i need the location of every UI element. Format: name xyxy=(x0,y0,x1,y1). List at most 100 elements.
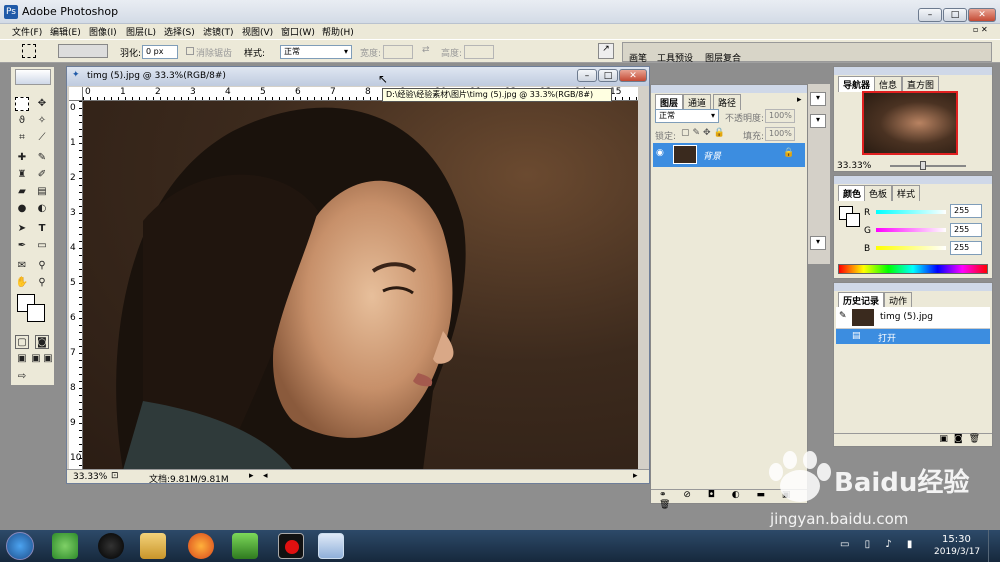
eyedropper-icon[interactable]: ⚲ xyxy=(35,259,49,273)
status-nav-icon[interactable]: ⊡ xyxy=(111,471,119,481)
b-input[interactable]: 255 xyxy=(950,241,982,255)
eraser-icon[interactable]: ▰ xyxy=(15,185,29,199)
rect-marquee-icon[interactable] xyxy=(15,97,29,111)
visibility-eye-icon[interactable]: ◉ xyxy=(656,148,664,158)
quickmask-mode-icon[interactable]: ◙ xyxy=(35,335,49,349)
tab-histogram[interactable]: 直方图 xyxy=(902,76,940,92)
standard-mode-icon[interactable]: ▢ xyxy=(15,335,29,349)
maximize-button[interactable]: □ xyxy=(943,8,967,22)
doc-minimize-button[interactable]: – xyxy=(577,69,597,82)
doc-maximize-button[interactable]: □ xyxy=(598,69,618,82)
r-slider[interactable] xyxy=(876,210,946,214)
jump-to-imageready-icon[interactable]: ⇨ xyxy=(15,370,29,384)
tray-icons[interactable]: ▭ ▯ ♪ ▮ xyxy=(840,539,918,550)
clock-time[interactable]: 15:30 xyxy=(942,534,971,545)
tab-layers[interactable]: 图层 xyxy=(655,94,684,110)
tab-styles[interactable]: 样式 xyxy=(892,185,921,201)
color-bg-swatch[interactable] xyxy=(846,213,860,227)
palette-tab-presets[interactable]: 工具预设 xyxy=(657,51,693,64)
blend-mode-select[interactable]: 正常 ▾ xyxy=(655,109,719,123)
status-arrow-icon[interactable]: ▸ xyxy=(249,471,254,481)
screen-recorder-icon[interactable] xyxy=(278,533,304,559)
menu-window[interactable]: 窗口(W) xyxy=(281,25,315,38)
menu-layer[interactable]: 图层(L) xyxy=(126,25,156,38)
style-select[interactable]: 正常 ▾ xyxy=(280,45,352,59)
side-dropdown-2[interactable]: ▾ xyxy=(810,114,826,128)
image-canvas[interactable] xyxy=(83,101,638,470)
history-brush-icon[interactable]: ✐ xyxy=(35,168,49,182)
menu-filter[interactable]: 滤镜(T) xyxy=(203,25,234,38)
crop-icon[interactable]: ⌗ xyxy=(15,131,29,145)
clock-date[interactable]: 2019/3/17 xyxy=(934,547,980,557)
tab-paths[interactable]: 路径 xyxy=(713,94,742,110)
navigator-slider-handle[interactable] xyxy=(920,161,926,170)
doc-close-button[interactable]: ✕ xyxy=(619,69,647,82)
close-button[interactable]: ✕ xyxy=(968,8,996,22)
zoom-icon[interactable]: ⚲ xyxy=(35,276,49,290)
palette-tab-comps[interactable]: 图层复合 xyxy=(705,51,741,64)
file-explorer-icon[interactable] xyxy=(140,533,166,559)
antialias-checkbox[interactable] xyxy=(186,47,194,55)
history-brush-source-icon[interactable]: ✎ xyxy=(839,311,847,321)
gradient-icon[interactable]: ▤ xyxy=(35,185,49,199)
scroll-right-icon[interactable]: ▸ xyxy=(633,471,638,481)
dodge-icon[interactable]: ◐ xyxy=(35,202,49,216)
menu-file[interactable]: 文件(F) xyxy=(12,25,42,38)
file-browser-icon[interactable]: ↗ xyxy=(598,43,614,59)
360-browser-icon[interactable] xyxy=(52,533,78,559)
zoom-readout[interactable]: 33.33% xyxy=(73,472,107,482)
path-select-icon[interactable]: ➤ xyxy=(15,222,29,236)
tab-swatches[interactable]: 色板 xyxy=(864,185,893,201)
notes-icon[interactable]: ✉ xyxy=(15,259,29,273)
stamp-icon[interactable]: ♜ xyxy=(15,168,29,182)
hand-icon[interactable]: ✋ xyxy=(15,276,29,290)
start-button[interactable] xyxy=(6,532,34,560)
fill-input[interactable]: 100% xyxy=(765,127,795,141)
selection-mode-icons[interactable] xyxy=(58,44,108,58)
background-color-swatch[interactable] xyxy=(27,304,45,322)
screen-mode-3-icon[interactable]: ▣ xyxy=(41,352,55,366)
qq-icon[interactable] xyxy=(98,533,124,559)
tab-info[interactable]: 信息 xyxy=(874,76,903,92)
b-slider[interactable] xyxy=(876,246,946,250)
shape-icon[interactable]: ▭ xyxy=(35,239,49,253)
color-spectrum-ramp[interactable] xyxy=(838,264,988,274)
ruler-origin[interactable] xyxy=(69,87,83,101)
side-dropdown-3[interactable]: ▾ xyxy=(810,236,826,250)
lock-icons[interactable]: ▢✎✥🔒 xyxy=(681,128,728,138)
g-input[interactable]: 255 xyxy=(950,223,982,237)
menu-edit[interactable]: 编辑(E) xyxy=(50,25,81,38)
tab-color[interactable]: 颜色 xyxy=(838,185,867,201)
scroll-left-icon[interactable]: ◂ xyxy=(263,471,268,481)
layer-row-background[interactable]: ◉ 背景 🔒 xyxy=(653,143,805,167)
slice-icon[interactable]: ⟋ xyxy=(35,131,49,145)
tab-navigator[interactable]: 导航器 xyxy=(838,76,876,92)
show-desktop-button[interactable] xyxy=(988,530,1000,562)
history-step-row[interactable]: ▤ 打开 xyxy=(836,329,990,344)
magic-wand-icon[interactable]: ✧ xyxy=(35,114,49,128)
menu-window-controls[interactable]: ▫ ✕ xyxy=(973,25,995,37)
tab-history[interactable]: 历史记录 xyxy=(838,292,885,308)
healing-brush-icon[interactable]: ✚ xyxy=(15,151,29,165)
photoshop-taskbar-icon[interactable] xyxy=(318,533,344,559)
brush-icon[interactable]: ✎ xyxy=(35,151,49,165)
layers-menu-icon[interactable]: ▸ xyxy=(797,95,802,105)
menu-select[interactable]: 选择(S) xyxy=(164,25,195,38)
navigator-thumbnail[interactable] xyxy=(862,91,958,155)
tab-actions[interactable]: 动作 xyxy=(884,292,913,308)
r-input[interactable]: 255 xyxy=(950,204,982,218)
side-dropdown-1[interactable]: ▾ xyxy=(810,92,826,106)
media-player-icon[interactable] xyxy=(232,533,258,559)
lasso-icon[interactable]: ϑ xyxy=(15,114,29,128)
blur-icon[interactable]: ● xyxy=(15,202,29,216)
history-snapshot[interactable]: ✎ timg (5).jpg xyxy=(836,307,990,329)
tab-channels[interactable]: 通道 xyxy=(683,94,712,110)
firefox-icon[interactable] xyxy=(188,533,214,559)
menu-view[interactable]: 视图(V) xyxy=(242,25,273,38)
type-tool-icon[interactable]: T xyxy=(35,222,49,236)
menu-help[interactable]: 帮助(H) xyxy=(322,25,354,38)
navigator-zoom[interactable]: 33.33% xyxy=(837,161,871,171)
minimize-button[interactable]: – xyxy=(918,8,942,22)
feather-input[interactable]: 0 px xyxy=(142,45,178,59)
navigator-zoom-slider[interactable] xyxy=(890,165,966,167)
